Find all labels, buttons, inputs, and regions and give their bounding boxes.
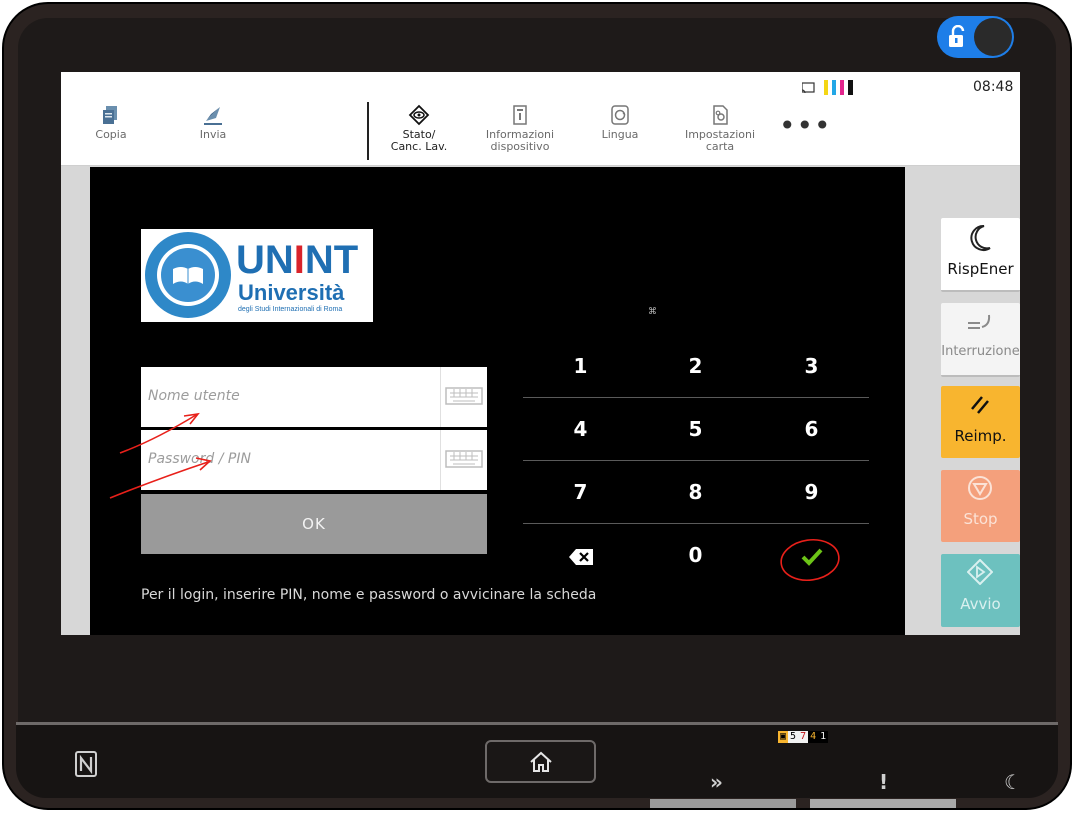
svg-text:UNINT: UNINT xyxy=(236,238,358,282)
counter-digit: 7 xyxy=(798,731,809,743)
backspace-key[interactable] xyxy=(523,524,638,586)
cast-icon xyxy=(802,82,815,94)
lock-toggle[interactable] xyxy=(937,16,1014,58)
stop-button[interactable]: Stop xyxy=(941,470,1020,542)
page-counter: ▣ 5 7 4 1 xyxy=(778,731,829,743)
university-logo: UNINT Università degli Studi Internazion… xyxy=(141,229,373,322)
indicator-strip xyxy=(650,799,796,808)
key-6[interactable]: 6 xyxy=(754,398,869,460)
counter-digit: 1 xyxy=(818,731,829,743)
interrupt-icon xyxy=(968,314,991,329)
key-8[interactable]: 8 xyxy=(638,461,753,523)
toner-cyan-icon xyxy=(832,80,836,95)
tab-invia[interactable]: Invia xyxy=(168,104,258,141)
stop-label: Stop xyxy=(963,510,998,528)
password-keyboard-button[interactable] xyxy=(440,430,487,490)
send-icon xyxy=(204,107,222,125)
clock: 08:48 xyxy=(973,79,1014,95)
start-label: Avvio xyxy=(960,595,1001,613)
tab-lingua[interactable]: Lingua xyxy=(575,104,665,141)
tab-info-label: Informazioni dispositivo xyxy=(485,128,555,153)
toner-yellow-icon xyxy=(824,80,828,95)
info-icon xyxy=(513,105,527,125)
confirm-key[interactable] xyxy=(754,524,869,586)
svg-text:degli Studi Internazionali di: degli Studi Internazionali di Roma xyxy=(238,306,342,313)
interrupt-label: Interruzione xyxy=(941,344,1020,359)
unlock-icon xyxy=(949,25,965,47)
toner-magenta-icon xyxy=(840,80,844,95)
stop-icon xyxy=(968,476,992,500)
login-panel: UNINT Università degli Studi Internazion… xyxy=(90,167,905,635)
start-icon xyxy=(967,559,993,585)
attention-icon: ! xyxy=(879,770,889,794)
indicator-strip xyxy=(810,799,956,808)
toner-black-icon xyxy=(848,80,853,95)
unint-logo-graphic: UNINT Università degli Studi Internazion… xyxy=(145,232,358,318)
username-keyboard-button[interactable] xyxy=(440,367,487,427)
password-input[interactable] xyxy=(148,451,428,467)
key-0[interactable]: 0 xyxy=(638,524,753,586)
key-3[interactable]: 3 xyxy=(754,335,869,397)
key-5[interactable]: 5 xyxy=(638,398,753,460)
tab-lingua-label: Lingua xyxy=(601,128,639,141)
reset-label: Reimp. xyxy=(954,427,1007,445)
top-bar: Copia Invia Stato/ Canc. Lav. Informazio… xyxy=(61,72,1020,166)
home-button[interactable] xyxy=(485,740,596,783)
paper-settings-icon xyxy=(713,105,728,125)
ok-button[interactable]: OK xyxy=(141,494,487,554)
start-button[interactable]: Avvio xyxy=(941,554,1020,627)
counter-digit: 5 xyxy=(788,731,799,743)
status-icons xyxy=(802,80,853,95)
username-field[interactable] xyxy=(141,367,487,427)
tab-stato[interactable]: Stato/ Canc. Lav. xyxy=(374,104,464,153)
moon-icon xyxy=(970,224,991,251)
svg-text:Università: Università xyxy=(238,280,345,305)
energy-saver-label: RispEner xyxy=(947,260,1014,278)
toggle-knob xyxy=(974,18,1012,56)
key-4[interactable]: 4 xyxy=(523,398,638,460)
interrupt-button[interactable]: Interruzione xyxy=(941,303,1020,377)
more-button[interactable]: ••• xyxy=(779,112,832,140)
tab-impostazioni-carta[interactable]: Impostazioni carta xyxy=(675,104,765,153)
counter-indicator-icon: ▣ xyxy=(778,731,789,743)
key-2[interactable]: 2 xyxy=(638,335,753,397)
key-9[interactable]: 9 xyxy=(754,461,869,523)
username-input[interactable] xyxy=(148,388,428,404)
key-1[interactable]: 1 xyxy=(523,335,638,397)
counter-digit: 4 xyxy=(808,731,819,743)
touch-screen: Copia Invia Stato/ Canc. Lav. Informazio… xyxy=(61,72,1020,635)
tab-invia-label: Invia xyxy=(199,128,227,141)
backspace-icon xyxy=(568,548,593,565)
status-icon xyxy=(408,104,430,126)
home-icon xyxy=(530,751,552,772)
copy-icon xyxy=(103,106,117,124)
nfc-icon xyxy=(75,751,97,777)
reset-button[interactable]: Reimp. xyxy=(941,386,1020,458)
key-7[interactable]: 7 xyxy=(523,461,638,523)
tiny-mark: ⌘ xyxy=(648,307,657,317)
reset-icon xyxy=(971,396,989,414)
tab-informazioni-dispositivo[interactable]: Informazioni dispositivo xyxy=(475,104,565,153)
tab-copia-label: Copia xyxy=(95,128,127,141)
check-icon xyxy=(801,548,822,566)
sleep-icon: ☾ xyxy=(1004,770,1022,794)
login-hint: Per il login, inserire PIN, nome e passw… xyxy=(141,587,597,603)
tab-stato-label: Stato/ Canc. Lav. xyxy=(390,128,448,153)
tab-carta-label: Impostazioni carta xyxy=(684,128,756,153)
keyboard-icon xyxy=(445,387,483,405)
energy-saver-button[interactable]: RispEner xyxy=(941,218,1020,292)
language-icon xyxy=(611,105,629,125)
tab-copia[interactable]: Copia xyxy=(66,104,156,141)
password-field[interactable] xyxy=(141,430,487,490)
keyboard-icon xyxy=(445,450,483,468)
data-indicator-icon: » xyxy=(710,770,723,794)
topbar-separator xyxy=(367,102,369,160)
